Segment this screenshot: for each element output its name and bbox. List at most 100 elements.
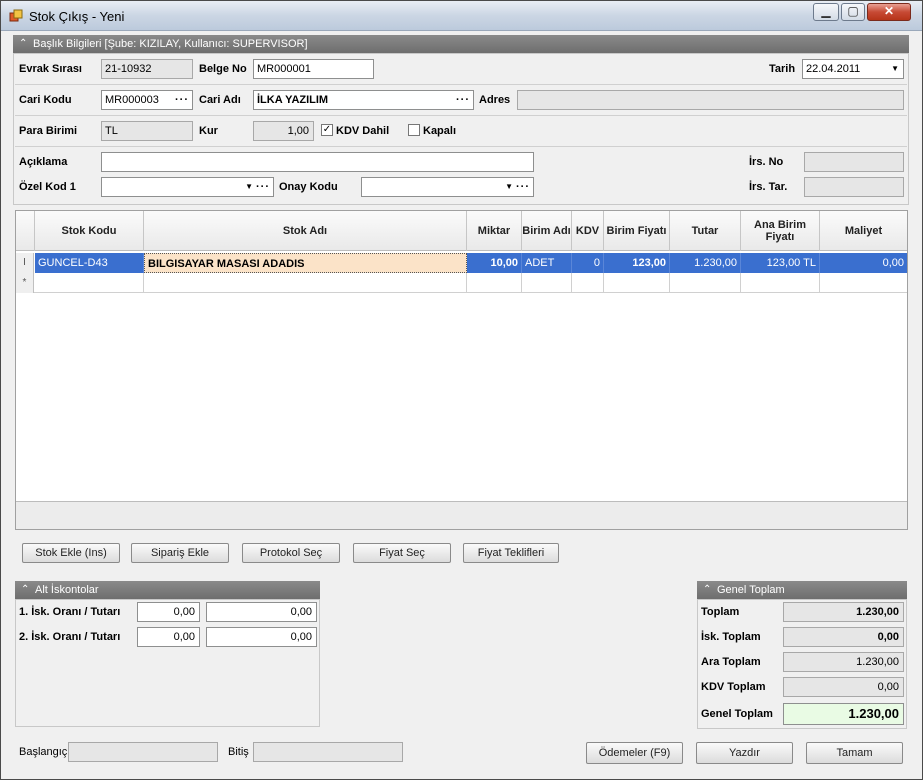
stok-cikis-window: Stok Çıkış - Yeni ▁ ▢ ✕ ⌃ Başlık Bilgile… (0, 0, 923, 780)
cell-stok-adi[interactable]: BILGISAYAR MASASI ADADIS (144, 253, 467, 273)
discount-1-amount-input[interactable]: 0,00 (206, 602, 317, 622)
kdv-toplam-label: KDV Toplam (701, 681, 766, 693)
new-row[interactable]: * (16, 273, 907, 293)
app-icon (9, 9, 23, 22)
tamam-button[interactable]: Tamam (806, 742, 903, 764)
isk-toplam-value: 0,00 (783, 627, 904, 647)
edit-row-indicator-icon: I (16, 253, 34, 273)
grid-footer (16, 501, 907, 529)
kdv-toplam-value: 0,00 (783, 677, 904, 697)
column-header-tutar[interactable]: Tutar (670, 211, 741, 251)
ellipsis-icon[interactable]: ··· (256, 178, 270, 196)
evrak-sirasi-field: 21-10932 (101, 59, 193, 79)
totals-panel-title[interactable]: ⌃ Genel Toplam (697, 581, 907, 599)
minimize-button[interactable]: ▁ (813, 3, 839, 21)
ellipsis-icon[interactable]: ··· (456, 91, 470, 109)
ozel-kod-select[interactable]: ▼ ··· (101, 177, 274, 197)
ellipsis-icon[interactable]: ··· (175, 91, 189, 109)
kur-field: 1,00 (253, 121, 314, 141)
tarih-date-picker[interactable]: 22.04.2011 ▼ (802, 59, 904, 79)
cell-empty[interactable] (467, 273, 522, 293)
genel-toplam-value: 1.230,00 (783, 703, 904, 725)
stock-items-grid[interactable]: Stok Kodu Stok Adı Miktar Birim Adı KDV … (15, 210, 908, 530)
cell-stok-kodu[interactable]: GUNCEL-D43 (35, 253, 144, 273)
column-header-ana-birim-fiyati[interactable]: Ana Birim Fiyatı (741, 211, 820, 251)
cari-kodu-label: Cari Kodu (19, 94, 72, 106)
column-header-kdv[interactable]: KDV (572, 211, 604, 251)
cell-empty[interactable] (35, 273, 144, 293)
discount-1-rate-input[interactable]: 0,00 (137, 602, 200, 622)
aciklama-input[interactable] (101, 152, 534, 172)
protokol-sec-button[interactable]: Protokol Seç (242, 543, 340, 563)
cari-adi-input[interactable]: İLKA YAZILIM ··· (253, 90, 474, 110)
discount-2-rate-input[interactable]: 0,00 (137, 627, 200, 647)
cell-miktar[interactable]: 10,00 (467, 253, 522, 273)
fiyat-sec-button[interactable]: Fiyat Seç (353, 543, 451, 563)
cell-kdv[interactable]: 0 (572, 253, 604, 273)
row-header-corner (16, 211, 35, 251)
header-panel-title[interactable]: ⌃ Başlık Bilgileri [Şube: KIZILAY, Kulla… (13, 35, 909, 53)
kdv-dahil-checkbox[interactable]: ✓ (321, 124, 333, 136)
cell-empty[interactable] (820, 273, 907, 293)
divider (15, 146, 907, 147)
cell-empty[interactable] (741, 273, 820, 293)
ara-toplam-label: Ara Toplam (701, 656, 761, 668)
cell-tutar[interactable]: 1.230,00 (670, 253, 741, 273)
close-button[interactable]: ✕ (867, 3, 911, 21)
fiyat-teklifleri-button[interactable]: Fiyat Teklifleri (463, 543, 559, 563)
baslangic-field (68, 742, 218, 762)
window-title: Stok Çıkış - Yeni (29, 9, 125, 24)
cell-ana-birim-fiyati[interactable]: 123,00 TL (741, 253, 820, 273)
belge-no-input[interactable]: MR000001 (253, 59, 374, 79)
kur-label: Kur (199, 125, 218, 137)
cell-empty[interactable] (604, 273, 670, 293)
para-birimi-field: TL (101, 121, 193, 141)
collapse-chevron-icon: ⌃ (19, 38, 28, 49)
cell-empty[interactable] (144, 273, 467, 293)
column-header-stok-adi[interactable]: Stok Adı (144, 211, 467, 251)
new-row-indicator-icon: * (16, 273, 34, 293)
adres-field (517, 90, 904, 110)
column-header-maliyet[interactable]: Maliyet (820, 211, 907, 251)
kdv-dahil-label: KDV Dahil (336, 125, 390, 137)
table-row[interactable]: I GUNCEL-D43 BILGISAYAR MASASI ADADIS 10… (16, 253, 907, 273)
cell-birim-fiyati[interactable]: 123,00 (604, 253, 670, 273)
dropdown-arrow-icon: ▼ (505, 182, 513, 191)
column-header-stok-kodu[interactable]: Stok Kodu (35, 211, 144, 251)
cell-maliyet[interactable]: 0,00 (820, 253, 907, 273)
divider (15, 115, 907, 116)
ellipsis-icon[interactable]: ··· (516, 178, 530, 196)
adres-label: Adres (479, 94, 511, 106)
siparis-ekle-button[interactable]: Sipariş Ekle (131, 543, 229, 563)
grid-header: Stok Kodu Stok Adı Miktar Birim Adı KDV … (16, 211, 907, 251)
column-header-birim-adi[interactable]: Birim Adı (522, 211, 572, 251)
toplam-label: Toplam (701, 606, 740, 618)
dropdown-arrow-icon: ▼ (891, 64, 899, 73)
discount-2-amount-input[interactable]: 0,00 (206, 627, 317, 647)
maximize-button[interactable]: ▢ (841, 3, 865, 21)
cell-empty[interactable] (572, 273, 604, 293)
cell-birim[interactable]: ADET (522, 253, 572, 273)
toplam-value: 1.230,00 (783, 602, 904, 622)
cari-kodu-input[interactable]: MR000003 ··· (101, 90, 193, 110)
odemeler-button[interactable]: Ödemeler (F9) (586, 742, 683, 764)
cell-empty[interactable] (670, 273, 741, 293)
divider (15, 84, 907, 85)
stok-ekle-button[interactable]: Stok Ekle (Ins) (22, 543, 120, 563)
belge-no-label: Belge No (199, 63, 247, 75)
yazdir-button[interactable]: Yazdır (696, 742, 793, 764)
collapse-chevron-icon: ⌃ (703, 584, 712, 595)
discounts-panel-title[interactable]: ⌃ Alt İskontolar (15, 581, 320, 599)
column-header-birim-fiyati[interactable]: Birim Fiyatı (604, 211, 670, 251)
ozel-kod-label: Özel Kod 1 (19, 181, 76, 193)
isk-toplam-label: İsk. Toplam (701, 631, 761, 643)
evrak-sirasi-label: Evrak Sırası (19, 63, 82, 75)
kapali-label: Kapalı (423, 125, 457, 137)
discount-2-label: 2. İsk. Oranı / Tutarı (19, 631, 121, 643)
dropdown-arrow-icon: ▼ (245, 182, 253, 191)
kapali-checkbox[interactable] (408, 124, 420, 136)
onay-kodu-select[interactable]: ▼ ··· (361, 177, 534, 197)
cell-empty[interactable] (522, 273, 572, 293)
baslangic-label: Başlangıç (19, 746, 68, 758)
column-header-miktar[interactable]: Miktar (467, 211, 522, 251)
